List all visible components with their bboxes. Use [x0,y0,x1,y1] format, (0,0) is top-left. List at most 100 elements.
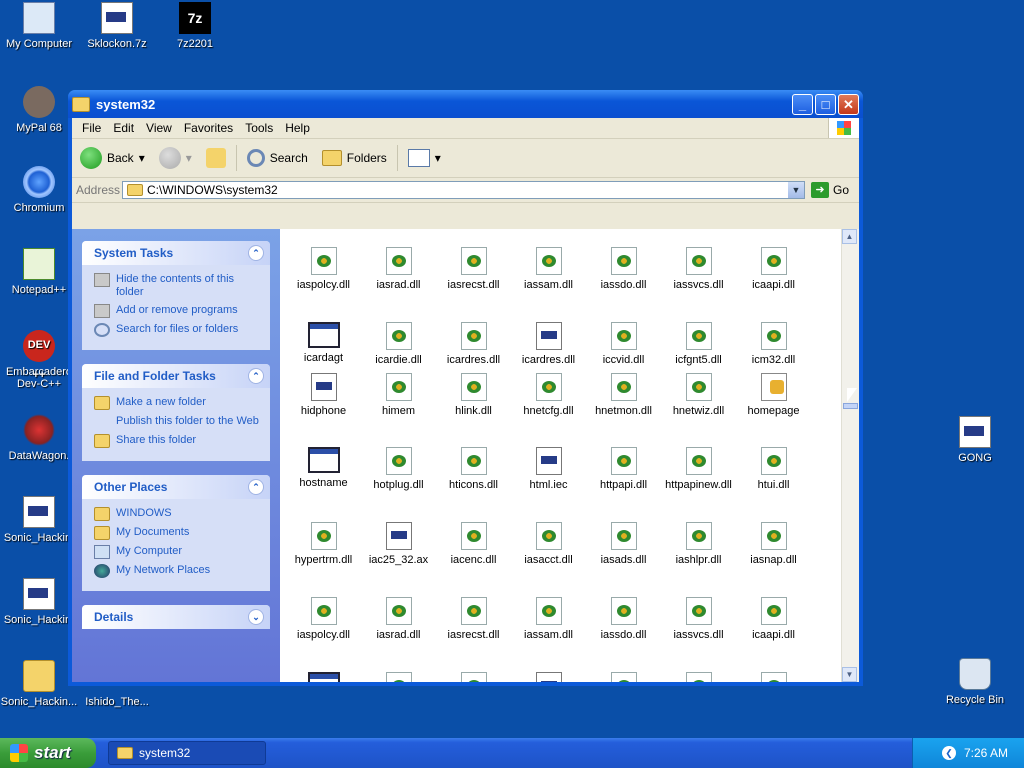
file-item[interactable]: icfgnt5.dll [661,316,736,366]
other-places-header[interactable]: Other Places ⌃ [82,475,270,499]
chevron-down-icon[interactable]: ▾ [139,151,145,165]
file-item[interactable]: iasacct.dll [511,516,586,566]
expand-icon[interactable]: ⌄ [248,609,264,625]
collapse-icon[interactable]: ⌃ [248,368,264,384]
up-button[interactable] [202,146,230,170]
file-item[interactable]: icm32.dll [736,316,811,366]
file-folder-tasks-header[interactable]: File and Folder Tasks ⌃ [82,364,270,388]
file-item[interactable]: icardres.dll [436,666,511,682]
start-button[interactable]: start [0,738,96,768]
file-item[interactable]: iassam.dll [511,591,586,641]
file-item[interactable]: html.iec [511,441,586,491]
file-item[interactable]: iassvcs.dll [661,591,736,641]
minimize-button[interactable]: _ [792,93,813,115]
chevron-down-icon[interactable]: ▾ [186,151,192,165]
scroll-down-button[interactable]: ▼ [842,667,857,682]
collapse-icon[interactable]: ⌃ [248,479,264,495]
file-list[interactable]: iaspolcy.dll iasrad.dll iasrecst.dll iassam… [280,229,859,682]
file-item[interactable]: iashlpr.dll [661,516,736,566]
desktop-icon[interactable]: Sonic_Hackin. [0,496,78,544]
file-item[interactable]: iassam.dll [511,241,586,291]
desktop-icon[interactable]: DataWagon. [0,414,78,462]
menu-view[interactable]: View [140,121,178,135]
taskbar-item-system32[interactable]: system32 [108,741,266,765]
file-item[interactable]: iasnap.dll [736,516,811,566]
scroll-up-button[interactable]: ▲ [842,229,857,244]
go-button[interactable]: ➜ Go [811,182,849,198]
file-item[interactable]: iasrecst.dll [436,241,511,291]
task-link[interactable]: WINDOWS [94,507,262,521]
desktop-icon[interactable]: 7z 7z2201 [156,2,234,50]
file-item[interactable]: iasrad.dll [361,591,436,641]
file-item[interactable]: httpapinew.dll [661,441,736,491]
task-link[interactable]: Search for files or folders [94,323,262,337]
file-item[interactable]: icardie.dll [361,666,436,682]
file-item[interactable]: hnetcfg.dll [511,367,586,417]
menu-favorites[interactable]: Favorites [178,121,239,135]
file-item[interactable]: hnetwiz.dll [661,367,736,417]
file-item[interactable]: icardres.dll [436,316,511,366]
file-item[interactable]: icaapi.dll [736,241,811,291]
desktop-icon[interactable]: Sklockon.7z [78,2,156,50]
menu-file[interactable]: File [76,121,107,135]
file-item[interactable]: icardres.dll [511,316,586,366]
desktop-icon[interactable]: DEV ++Embarcadero Dev-C++ [0,330,78,390]
file-item[interactable]: iassdo.dll [586,591,661,641]
file-item[interactable]: icfgnt5.dll [661,666,736,682]
file-item[interactable]: hotplug.dll [361,441,436,491]
maximize-button[interactable]: □ [815,93,836,115]
desktop-icon[interactable]: Sonic_Hackin... [0,660,78,708]
file-item[interactable]: iac25_32.ax [361,516,436,566]
file-item[interactable]: iaspolcy.dll [286,591,361,641]
file-item[interactable]: hnetmon.dll [586,367,661,417]
file-item[interactable]: icardagt [286,666,361,682]
back-button[interactable]: Back ▾ [76,145,149,171]
menu-edit[interactable]: Edit [107,121,140,135]
desktop-icon[interactable]: Sonic_Hackin. [0,578,78,626]
file-item[interactable]: hypertrm.dll [286,516,361,566]
task-link[interactable]: Hide the contents of this folder [94,273,262,299]
file-item[interactable]: icardagt [286,316,361,364]
desktop-icon[interactable]: Notepad++ [0,248,78,296]
file-item[interactable]: hlink.dll [436,367,511,417]
task-link[interactable]: Make a new folder [94,396,262,410]
desktop-icon[interactable]: MyPal 68 [0,86,78,134]
file-item[interactable]: icm32.dll [736,666,811,682]
collapse-icon[interactable]: ⌃ [248,245,264,261]
task-link[interactable]: Publish this folder to the Web [94,415,262,429]
address-input[interactable]: C:\WINDOWS\system32 ▼ [122,181,805,199]
title-bar[interactable]: system32 _ □ ✕ [68,90,863,118]
file-item[interactable]: iccvid.dll [586,316,661,366]
desktop-icon[interactable]: My Computer [0,2,78,50]
file-item[interactable]: iassdo.dll [586,241,661,291]
views-button[interactable]: ▾ [404,147,445,169]
file-item[interactable]: iasads.dll [586,516,661,566]
task-link[interactable]: My Documents [94,526,262,540]
address-dropdown-button[interactable]: ▼ [788,182,804,198]
file-item[interactable]: icardie.dll [361,316,436,366]
file-item[interactable]: iaspolcy.dll [286,241,361,291]
file-item[interactable]: hostname [286,441,361,489]
file-item[interactable]: httpapi.dll [586,441,661,491]
task-link[interactable]: My Network Places [94,564,262,578]
file-item[interactable]: himem [361,367,436,417]
file-item[interactable]: iassvcs.dll [661,241,736,291]
file-item[interactable]: iasrecst.dll [436,591,511,641]
file-item[interactable]: icardres.dll [511,666,586,682]
file-item[interactable]: iccvid.dll [586,666,661,682]
desktop-icon[interactable]: Chromium [0,166,78,214]
menu-help[interactable]: Help [279,121,316,135]
scroll-thumb[interactable] [843,403,858,409]
file-item[interactable]: hticons.dll [436,441,511,491]
clock[interactable]: 7:26 AM [964,746,1008,760]
details-header[interactable]: Details ⌄ [82,605,270,629]
file-item[interactable]: icaapi.dll [736,591,811,641]
vertical-scrollbar[interactable]: ▲ ▼ [841,229,859,682]
file-item[interactable]: htui.dll [736,441,811,491]
chevron-left-icon[interactable]: ❮ [941,746,956,760]
desktop-icon[interactable]: Recycle Bin [936,658,1014,706]
file-item[interactable]: hidphone [286,367,361,417]
task-link[interactable]: My Computer [94,545,262,559]
task-link[interactable]: Share this folder [94,434,262,448]
file-item[interactable]: iacenc.dll [436,516,511,566]
